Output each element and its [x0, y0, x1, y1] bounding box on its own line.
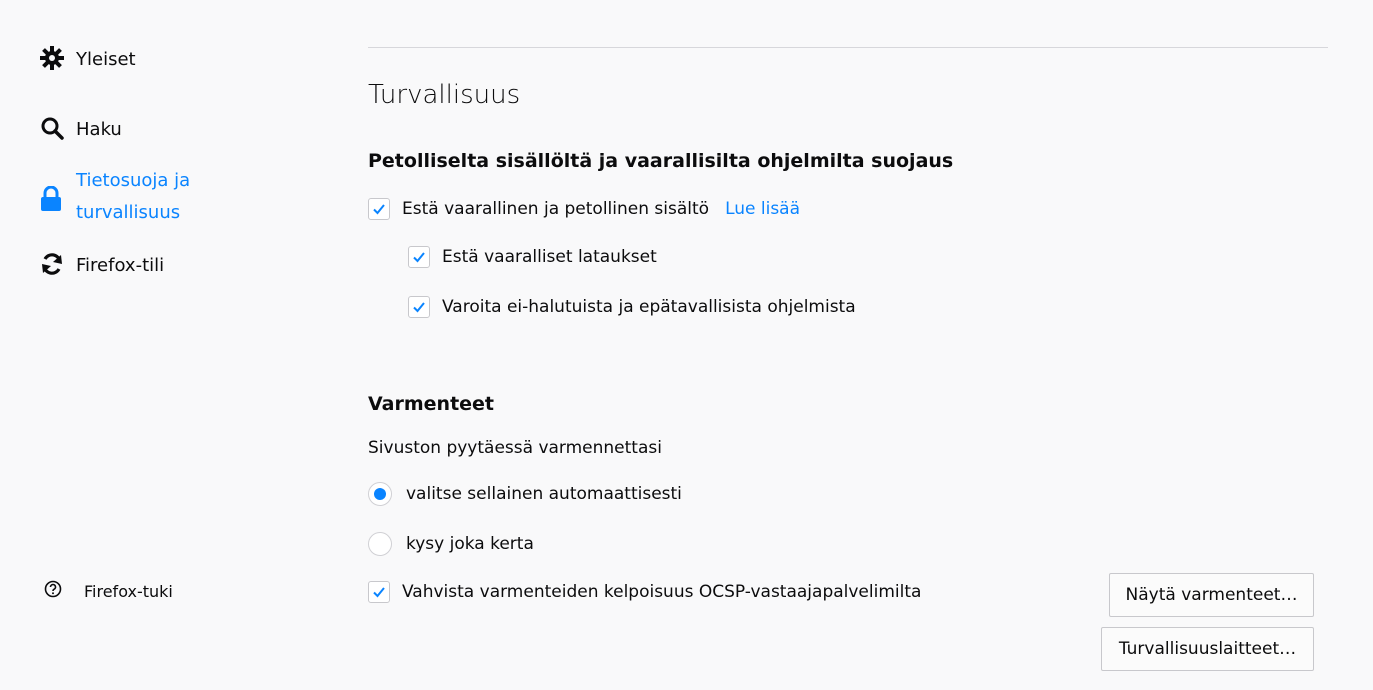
view-certificates-button[interactable]: Näytä varmenteet…: [1109, 573, 1314, 617]
ocsp-checkbox[interactable]: [368, 581, 390, 603]
checkmark-icon: [413, 302, 425, 313]
auto-select-label[interactable]: valitse sellainen automaattisesti: [406, 484, 682, 504]
certificates-prompt: Sivuston pyytäessä varmennettasi: [368, 438, 662, 458]
ocsp-row: Vahvista varmenteiden kelpoisuus OCSP-va…: [368, 581, 921, 603]
learn-more-link[interactable]: Lue lisää: [725, 199, 800, 219]
block-dangerous-row: Estä vaarallinen ja petollinen sisältö L…: [368, 198, 800, 220]
warn-unwanted-label[interactable]: Varoita ei-halutuista ja epätavallisista…: [442, 297, 856, 317]
ocsp-label[interactable]: Vahvista varmenteiden kelpoisuus OCSP-va…: [402, 582, 921, 602]
main-content: Turvallisuus Petolliselta sisällöltä ja …: [368, 0, 1328, 690]
block-downloads-label[interactable]: Estä vaaralliset lataukset: [442, 247, 657, 267]
block-dangerous-checkbox[interactable]: [368, 198, 390, 220]
sidebar-item-label: Haku: [76, 119, 122, 140]
search-icon: [40, 114, 76, 142]
certificates-heading: Varmenteet: [368, 393, 495, 415]
sidebar-item-firefox-account[interactable]: Firefox-tili: [40, 250, 164, 282]
section-divider: [368, 47, 1328, 48]
firefox-support-link[interactable]: Firefox-tuki: [44, 580, 173, 602]
sidebar-item-label: Tietosuoja ja turvallisuus: [76, 170, 191, 223]
warn-unwanted-checkbox[interactable]: [408, 296, 430, 318]
sidebar-item-privacy[interactable]: Tietosuoja ja turvallisuus: [40, 165, 246, 233]
sidebar: Yleiset Haku Tietosuoja ja turvallisuus: [0, 0, 340, 690]
checkmark-icon: [413, 252, 425, 263]
support-label: Firefox-tuki: [84, 581, 173, 601]
checkmark-icon: [373, 587, 385, 598]
help-icon: [44, 580, 62, 602]
sync-icon: [40, 250, 76, 278]
ask-every-time-label[interactable]: kysy joka kerta: [406, 534, 534, 554]
checkmark-icon: [373, 204, 385, 215]
auto-select-radio[interactable]: [368, 482, 392, 506]
ask-every-time-radio[interactable]: [368, 532, 392, 556]
auto-select-row: valitse sellainen automaattisesti: [368, 482, 682, 506]
security-devices-button[interactable]: Turvallisuuslaitteet…: [1101, 627, 1314, 671]
block-downloads-checkbox[interactable]: [408, 246, 430, 268]
lock-icon: [40, 165, 76, 233]
sidebar-item-label: Firefox-tili: [76, 255, 165, 276]
gear-icon: [40, 44, 76, 72]
section-title: Turvallisuus: [368, 80, 521, 110]
sidebar-item-label: Yleiset: [76, 49, 136, 70]
warn-unwanted-row: Varoita ei-halutuista ja epätavallisista…: [408, 296, 856, 318]
ask-every-time-row: kysy joka kerta: [368, 532, 534, 556]
block-dangerous-label[interactable]: Estä vaarallinen ja petollinen sisältö: [402, 199, 709, 219]
protection-heading: Petolliselta sisällöltä ja vaarallisilta…: [368, 150, 954, 172]
radio-dot: [374, 488, 386, 500]
sidebar-item-search[interactable]: Haku: [40, 114, 122, 146]
sidebar-item-general[interactable]: Yleiset: [40, 44, 136, 76]
block-downloads-row: Estä vaaralliset lataukset: [408, 246, 657, 268]
